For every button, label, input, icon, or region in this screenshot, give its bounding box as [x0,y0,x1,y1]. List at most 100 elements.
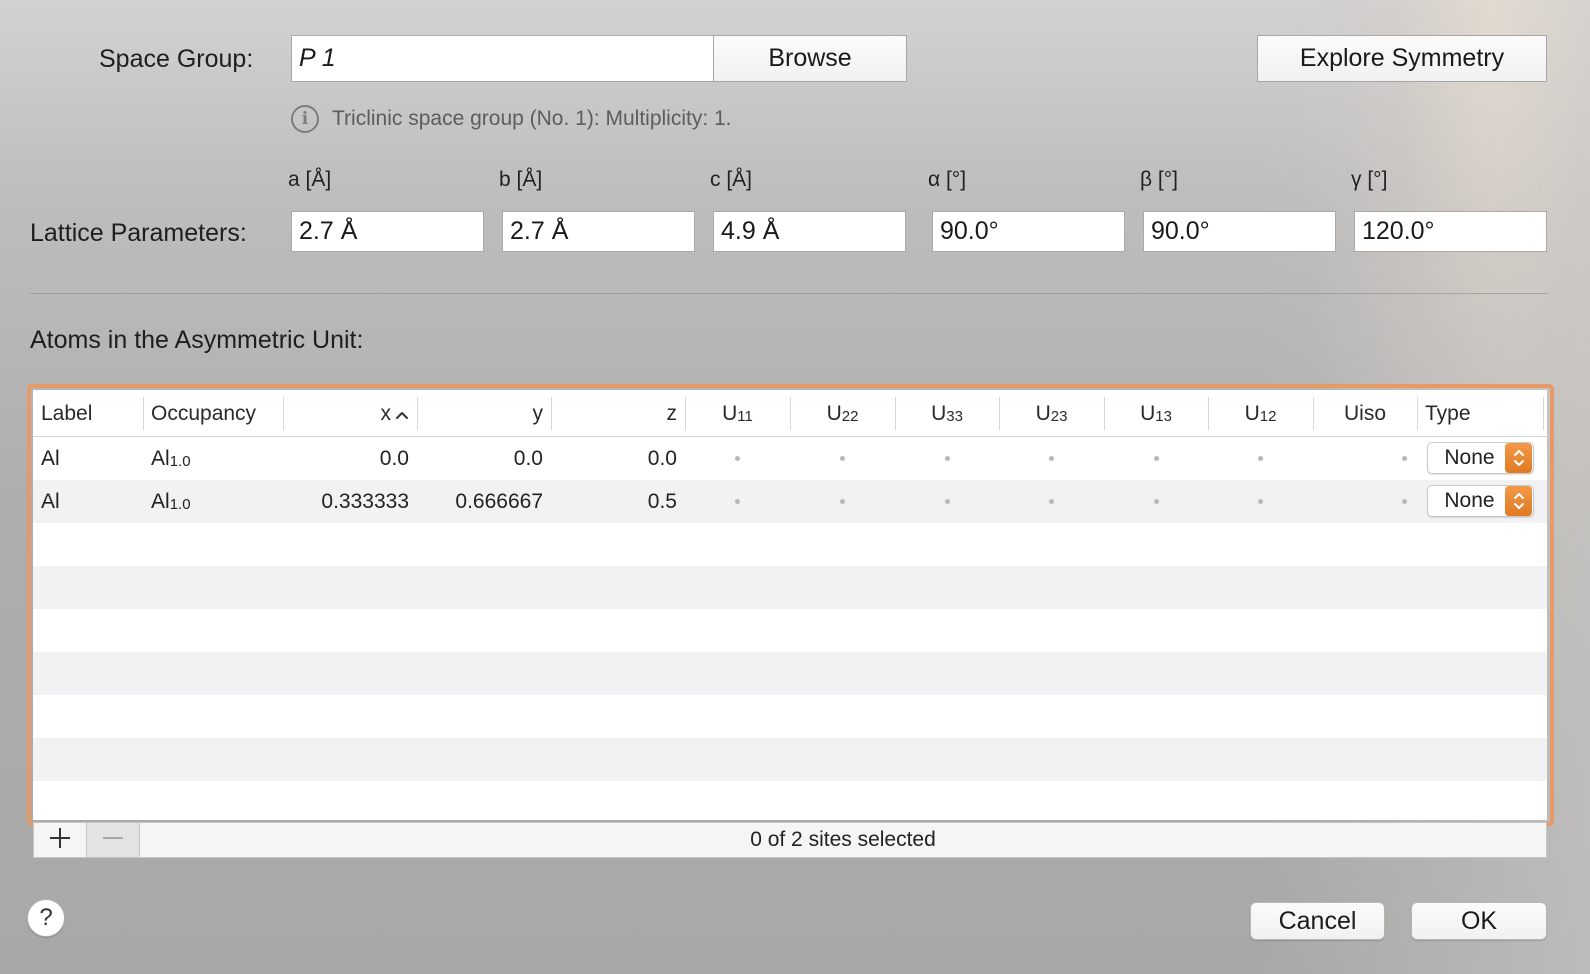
empty-value-dot [1153,499,1159,504]
column-header-uiso[interactable]: Uiso [1313,390,1417,437]
table-row[interactable]: Al Al 1.0 0.0 0.0 0.0 None [33,437,1547,480]
cell-uiso [1313,480,1417,523]
cell-z: 0.5 [647,489,677,513]
lattice-beta-label: β [°] [1140,168,1178,191]
column-divider [1543,397,1544,430]
atoms-section-title: Atoms in the Asymmetric Unit: [30,326,364,354]
updown-arrows-icon [1505,486,1532,516]
lattice-alpha-field[interactable]: 90.0° [932,211,1125,252]
empty-value-dot [840,499,845,504]
cell-u33 [895,437,999,480]
column-header-u33[interactable]: U 33 [895,390,999,437]
space-group-info: i Triclinic space group (No. 1): Multipl… [291,105,732,133]
u-letter: U [1035,401,1051,425]
column-header-u11[interactable]: U 11 [685,390,790,437]
cell-u11 [685,480,790,523]
updown-arrows-icon [1505,443,1532,473]
lattice-b-field[interactable]: 2.7 Å [502,211,695,252]
lattice-alpha-label: α [°] [928,168,967,191]
u-letter: U [1140,401,1156,425]
occupancy-value: 1.0 [169,496,191,513]
empty-value-dot [1049,499,1054,504]
lattice-parameters-label: Lattice Parameters: [30,219,247,247]
empty-row [33,781,1547,820]
type-popup-value: None [1444,489,1495,512]
cell-x: 0.333333 [321,489,409,513]
cell-u11 [685,437,790,480]
cell-label: Al [41,489,60,513]
column-header-x[interactable]: x [283,390,417,437]
lattice-gamma-field[interactable]: 120.0° [1354,211,1547,252]
u-letter: U [826,401,842,425]
lattice-a-field[interactable]: 2.7 Å [291,211,484,252]
column-header-type[interactable]: Type [1417,390,1543,437]
empty-value-dot [1402,456,1407,461]
space-group-info-text: Triclinic space group (No. 1): Multiplic… [332,107,732,130]
occupancy-element: Al [151,489,170,513]
cell-uiso [1313,437,1417,480]
table-row[interactable]: Al Al 1.0 0.333333 0.666667 0.5 None [33,480,1547,523]
empty-value-dot [840,456,845,461]
empty-row [33,609,1547,652]
cell-z: 0.0 [647,446,677,470]
space-group-field[interactable]: P 1 [291,35,714,82]
column-header-x-label: x [380,401,392,425]
cell-occupancy: Al 1.0 [143,437,283,480]
type-popup[interactable]: None [1427,442,1534,474]
column-header-u12[interactable]: U 12 [1208,390,1313,437]
type-popup[interactable]: None [1427,485,1534,517]
occupancy-element: Al [151,446,170,470]
cell-u13 [1104,437,1208,480]
space-group-value: P 1 [299,44,336,72]
column-header-u23[interactable]: U 23 [999,390,1104,437]
empty-row [33,523,1547,566]
browse-button[interactable]: Browse [713,35,907,82]
column-header-u22[interactable]: U 22 [790,390,895,437]
lattice-b-label: b [Å] [499,168,543,191]
ok-button[interactable]: OK [1411,902,1547,940]
cell-u13 [1104,480,1208,523]
u-subscript: 33 [946,408,963,425]
add-site-button[interactable] [34,823,87,857]
empty-value-dot [1258,456,1263,461]
lattice-c-field[interactable]: 4.9 Å [713,211,906,252]
u-letter: U [722,401,738,425]
column-header-occupancy[interactable]: Occupancy [143,390,283,437]
section-divider [30,293,1548,294]
empty-row [33,695,1547,738]
u-subscript: 11 [737,408,753,425]
plus-icon [48,826,72,855]
u-subscript: 22 [841,408,859,425]
help-button[interactable]: ? [27,899,65,937]
empty-value-dot [1049,456,1054,461]
info-icon: i [291,105,319,133]
type-popup-value: None [1444,446,1495,469]
u-subscript: 23 [1050,408,1068,425]
column-header-y[interactable]: y [417,390,551,437]
cell-occupancy: Al 1.0 [143,480,283,523]
empty-value-dot [735,456,740,461]
u-letter: U [1244,401,1260,425]
lattice-beta-field[interactable]: 90.0° [1143,211,1336,252]
u-letter: U [931,401,947,425]
empty-value-dot [944,456,950,461]
lattice-a-label: a [Å] [288,168,332,191]
cell-u22 [790,480,895,523]
empty-value-dot [1153,456,1159,461]
column-header-u13[interactable]: U 13 [1104,390,1208,437]
cancel-button[interactable]: Cancel [1250,902,1385,940]
atoms-table[interactable]: Al Al 1.0 0.0 0.0 0.0 None Al Al 1.0 0.333… [33,390,1547,820]
cell-y: 0.666667 [455,489,543,513]
cell-u12 [1208,437,1313,480]
cell-u23 [999,480,1104,523]
empty-value-dot [944,499,950,504]
u-subscript: 12 [1259,408,1277,425]
table-header: Label Occupancy x y z U 11 U 22 U 33 U 23 U1… [33,390,1547,437]
empty-value-dot [735,499,740,504]
u-subscript: 13 [1155,408,1172,425]
explore-symmetry-button[interactable]: Explore Symmetry [1257,35,1547,82]
column-header-label[interactable]: Label [33,390,143,437]
lattice-c-label: c [Å] [710,168,753,191]
column-header-z[interactable]: z [551,390,685,437]
remove-site-button[interactable] [87,823,140,857]
